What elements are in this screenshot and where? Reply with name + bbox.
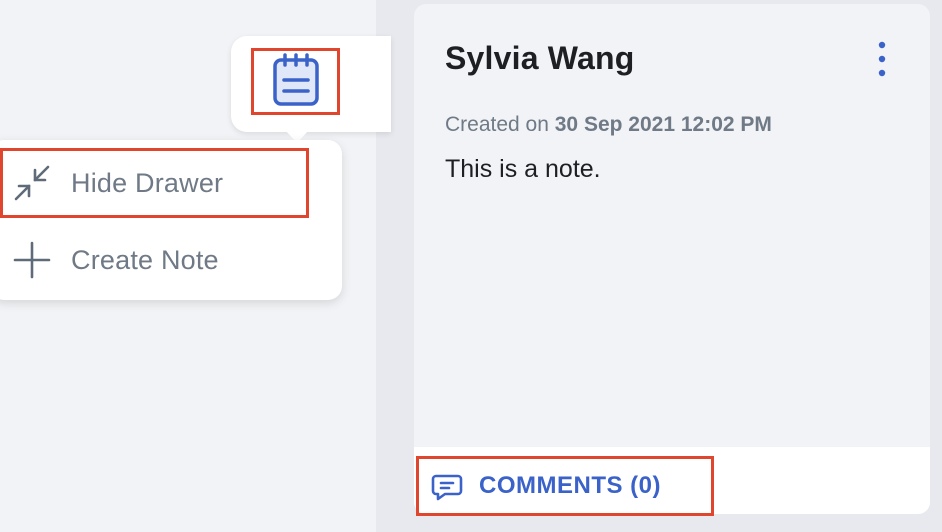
created-date: 30 Sep 2021 12:02 PM [554, 113, 772, 136]
hide-drawer-menu-item[interactable]: Hide Drawer [0, 148, 309, 218]
created-prefix: Created on [445, 113, 549, 136]
collapse-arrows-icon [12, 163, 52, 203]
more-options-button[interactable] [870, 40, 894, 80]
hide-drawer-label: Hide Drawer [71, 167, 224, 198]
comments-label: COMMENTS (0) [479, 472, 661, 499]
comment-bubble-icon [431, 470, 463, 502]
notes-drawer-toggle-button[interactable] [251, 48, 340, 115]
note-card: Sylvia Wang Created on 30 Sep 2021 12:02… [414, 4, 930, 514]
comments-button[interactable]: COMMENTS (0) [416, 456, 714, 516]
note-author: Sylvia Wang [445, 40, 635, 76]
note-body: This is a note. [445, 155, 601, 183]
plus-icon [12, 240, 52, 280]
vertical-dots-icon [870, 41, 894, 84]
notepad-icon [271, 52, 321, 111]
create-note-label: Create Note [71, 244, 219, 275]
create-note-menu-item[interactable]: Create Note [0, 226, 312, 294]
drawer-menu: Hide Drawer Create Note [0, 140, 342, 300]
note-created-meta: Created on 30 Sep 2021 12:02 PM [445, 113, 772, 137]
